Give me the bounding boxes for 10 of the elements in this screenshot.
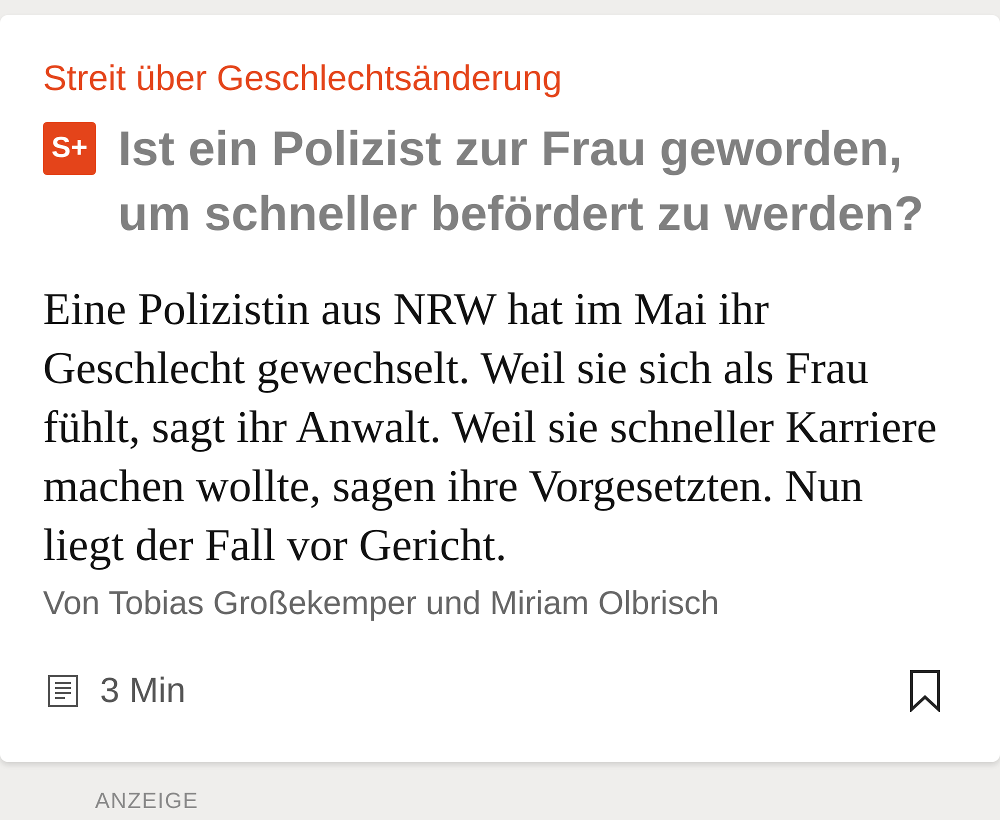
- document-icon: [48, 675, 78, 707]
- ad-label: ANZEIGE: [95, 788, 199, 813]
- article-teaser: Eine Polizistin aus NRW hat im Mai ihr Geschlecht gewechselt. Weil sie sich als Frau fühlt, sagt ihr Anwalt. Weil sie schneller Karriere machen wollte, sagen ihre Vorgesetzten. Nun liegt der Fall vor Gericht.: [43, 282, 938, 572]
- article-headline[interactable]: Ist ein Polizist zur Frau geworden, um schneller befördert zu werden?: [118, 117, 945, 247]
- bookmark-icon[interactable]: [910, 670, 940, 712]
- article-byline: Von Tobias Großekemper und Miriam Olbrisch: [43, 583, 720, 623]
- article-card[interactable]: [0, 15, 1000, 762]
- reading-time: 3 Min: [100, 671, 186, 711]
- article-kicker: Streit über Geschlechtsänderung: [43, 58, 563, 98]
- premium-badge: S+: [43, 122, 96, 175]
